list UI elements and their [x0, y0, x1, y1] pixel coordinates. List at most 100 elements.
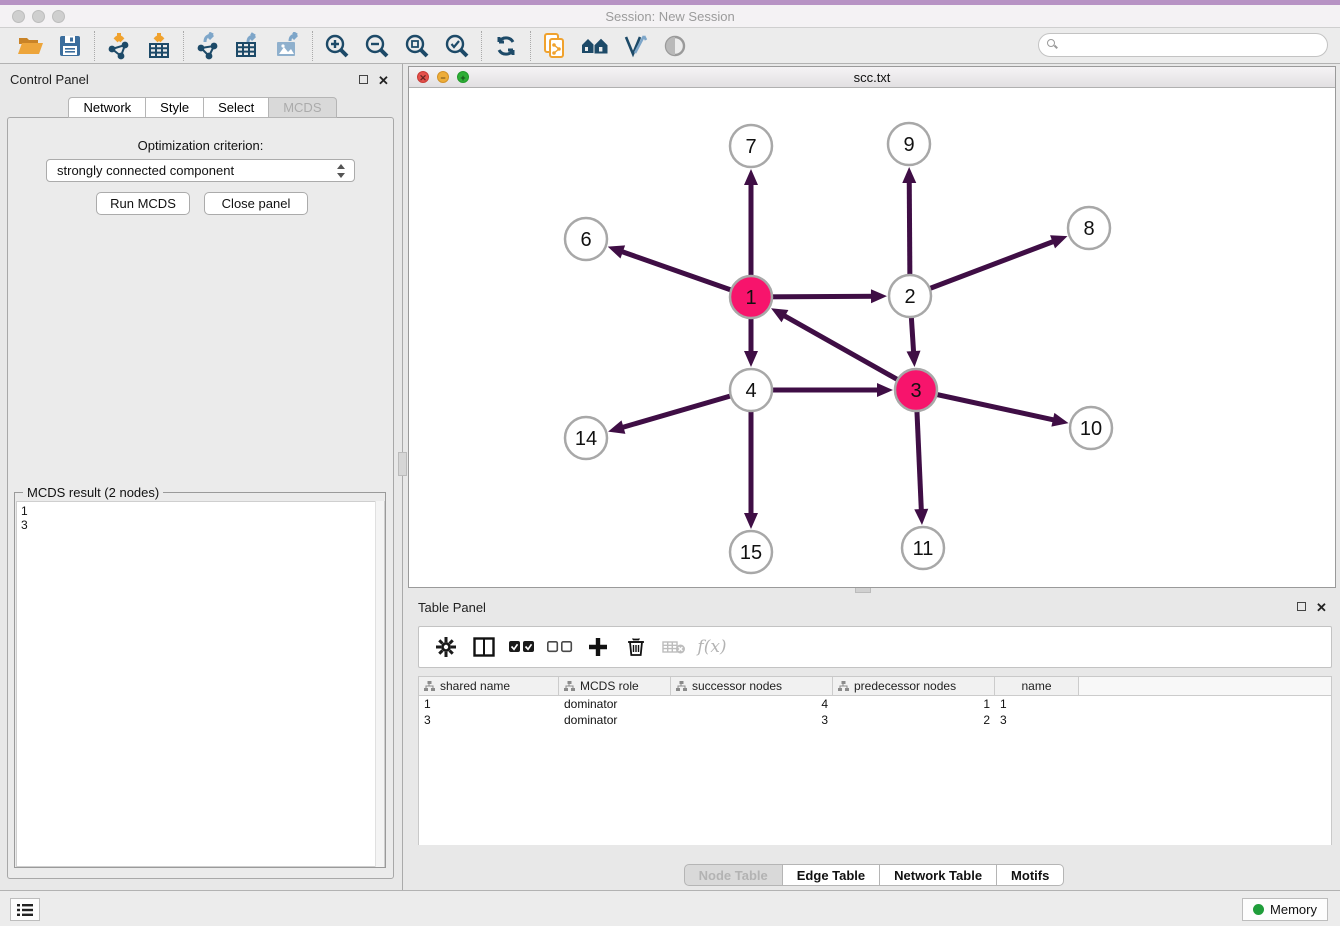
- save-icon[interactable]: [50, 29, 90, 63]
- control-panel-close-button[interactable]: ✕: [378, 73, 389, 89]
- delete-table-icon[interactable]: [655, 631, 693, 663]
- search-input[interactable]: [1038, 33, 1328, 57]
- network-view-window: ✕ − + scc.txt 7968124314101511: [408, 66, 1336, 588]
- main-toolbar: [0, 28, 1340, 64]
- arrowhead-4-14: [608, 420, 625, 433]
- node-label-14: 14: [575, 428, 597, 450]
- run-mcds-button[interactable]: Run MCDS: [96, 192, 190, 215]
- export-image-icon[interactable]: [268, 29, 308, 63]
- fx-label: f(x): [697, 637, 726, 657]
- close-panel-button[interactable]: Close panel: [204, 192, 308, 215]
- clone-network-icon[interactable]: [535, 29, 575, 63]
- tab-network[interactable]: Network: [68, 97, 146, 118]
- zoom-selected-icon[interactable]: [437, 29, 477, 63]
- node-label-1: 1: [745, 287, 756, 309]
- cell-r1-c1[interactable]: dominator: [559, 712, 671, 728]
- cell-r1-c2[interactable]: 3: [671, 712, 833, 728]
- import-network-icon[interactable]: [99, 29, 139, 63]
- node-table: shared nameMCDS rolesuccessor nodesprede…: [418, 676, 1332, 845]
- optimization-criterion-label: Optimization criterion:: [8, 138, 393, 153]
- tab-motifs[interactable]: Motifs: [997, 864, 1064, 886]
- cell-r0-c1[interactable]: dominator: [559, 696, 671, 712]
- search-field-wrap: [1038, 33, 1328, 57]
- node-label-11: 11: [913, 538, 934, 560]
- node-label-15: 15: [740, 542, 762, 564]
- arrowhead-1-6: [608, 245, 625, 258]
- result-scrollbar[interactable]: [375, 501, 384, 867]
- dropdown-value: strongly connected component: [57, 163, 234, 178]
- select-all-columns-icon[interactable]: [503, 631, 541, 663]
- table-panel-title: Table Panel: [418, 600, 486, 615]
- cell-r1-c3[interactable]: 2: [833, 712, 995, 728]
- control-panel-title: Control Panel: [10, 72, 89, 87]
- vertical-splitter-grip[interactable]: [398, 452, 407, 476]
- tab-style[interactable]: Style: [146, 97, 204, 118]
- node-label-7: 7: [745, 136, 756, 158]
- arrowhead-4-15: [744, 513, 758, 529]
- node-label-6: 6: [580, 229, 591, 251]
- cell-r0-c4[interactable]: 1: [995, 696, 1079, 712]
- tab-mcds[interactable]: MCDS: [269, 97, 336, 118]
- tab-network-table[interactable]: Network Table: [880, 864, 997, 886]
- column-header-shared-name[interactable]: shared name: [419, 677, 559, 696]
- edge-3-1[interactable]: [778, 312, 916, 390]
- table-row[interactable]: 1dominator411: [419, 696, 1331, 712]
- graphics-details-icon[interactable]: [655, 29, 695, 63]
- column-header-predecessor-nodes[interactable]: predecessor nodes: [833, 677, 995, 696]
- memory-label: Memory: [1270, 902, 1317, 917]
- arrowhead-1-7: [744, 169, 758, 185]
- refresh-layout-icon[interactable]: [486, 29, 526, 63]
- column-mode-icon[interactable]: [465, 631, 503, 663]
- gear-icon[interactable]: [427, 631, 465, 663]
- unselect-all-columns-icon[interactable]: [541, 631, 579, 663]
- arrowhead-4-3: [877, 383, 893, 397]
- cell-r0-c3[interactable]: 1: [833, 696, 995, 712]
- arrowhead-2-3: [907, 351, 921, 367]
- vertical-splitter[interactable]: [402, 64, 403, 890]
- memory-button[interactable]: Memory: [1242, 898, 1328, 921]
- arrowhead-1-4: [744, 351, 758, 367]
- network-canvas[interactable]: 7968124314101511: [409, 88, 1335, 587]
- arrowhead-3-10: [1051, 413, 1068, 427]
- open-folder-icon[interactable]: [10, 29, 50, 63]
- node-label-3: 3: [910, 380, 921, 402]
- export-network-icon[interactable]: [188, 29, 228, 63]
- add-column-icon[interactable]: [579, 631, 617, 663]
- task-history-button[interactable]: [10, 898, 40, 921]
- list-icon: [17, 903, 33, 917]
- tab-edge-table[interactable]: Edge Table: [783, 864, 880, 886]
- mcds-result-title: MCDS result (2 nodes): [23, 485, 163, 500]
- cell-r0-c2[interactable]: 4: [671, 696, 833, 712]
- table-panel-close-button[interactable]: ✕: [1316, 600, 1327, 616]
- export-table-icon[interactable]: [228, 29, 268, 63]
- annotation-icon[interactable]: [615, 29, 655, 63]
- tab-node-table[interactable]: Node Table: [684, 864, 783, 886]
- cell-r1-c0[interactable]: 3: [419, 712, 559, 728]
- column-header-successor-nodes[interactable]: successor nodes: [671, 677, 833, 696]
- cell-r0-c0[interactable]: 1: [419, 696, 559, 712]
- table-panel-float-button[interactable]: [1297, 600, 1316, 614]
- toolbar-separator: [481, 31, 482, 61]
- toolbar-separator: [530, 31, 531, 61]
- tab-select[interactable]: Select: [204, 97, 269, 118]
- control-panel-float-button[interactable]: [359, 73, 378, 87]
- memory-status-dot: [1253, 904, 1264, 915]
- edge-2-8[interactable]: [910, 239, 1060, 296]
- zoom-in-icon[interactable]: [317, 29, 357, 63]
- column-header-name[interactable]: name: [995, 677, 1079, 696]
- zoom-out-icon[interactable]: [357, 29, 397, 63]
- arrowhead-2-9: [902, 167, 916, 183]
- import-table-icon[interactable]: [139, 29, 179, 63]
- table-row[interactable]: 3dominator323: [419, 712, 1331, 728]
- optimization-criterion-dropdown[interactable]: strongly connected component: [46, 159, 355, 182]
- zoom-fit-icon[interactable]: [397, 29, 437, 63]
- toolbar-separator: [94, 31, 95, 61]
- column-header-MCDS-role[interactable]: MCDS role: [559, 677, 671, 696]
- network-title: scc.txt: [409, 70, 1335, 85]
- network-overview-icon[interactable]: [575, 29, 615, 63]
- node-label-10: 10: [1080, 418, 1102, 440]
- delete-column-icon[interactable]: [617, 631, 655, 663]
- mcds-result-list[interactable]: 1 3: [16, 501, 385, 867]
- node-label-4: 4: [745, 380, 756, 402]
- cell-r1-c4[interactable]: 3: [995, 712, 1079, 728]
